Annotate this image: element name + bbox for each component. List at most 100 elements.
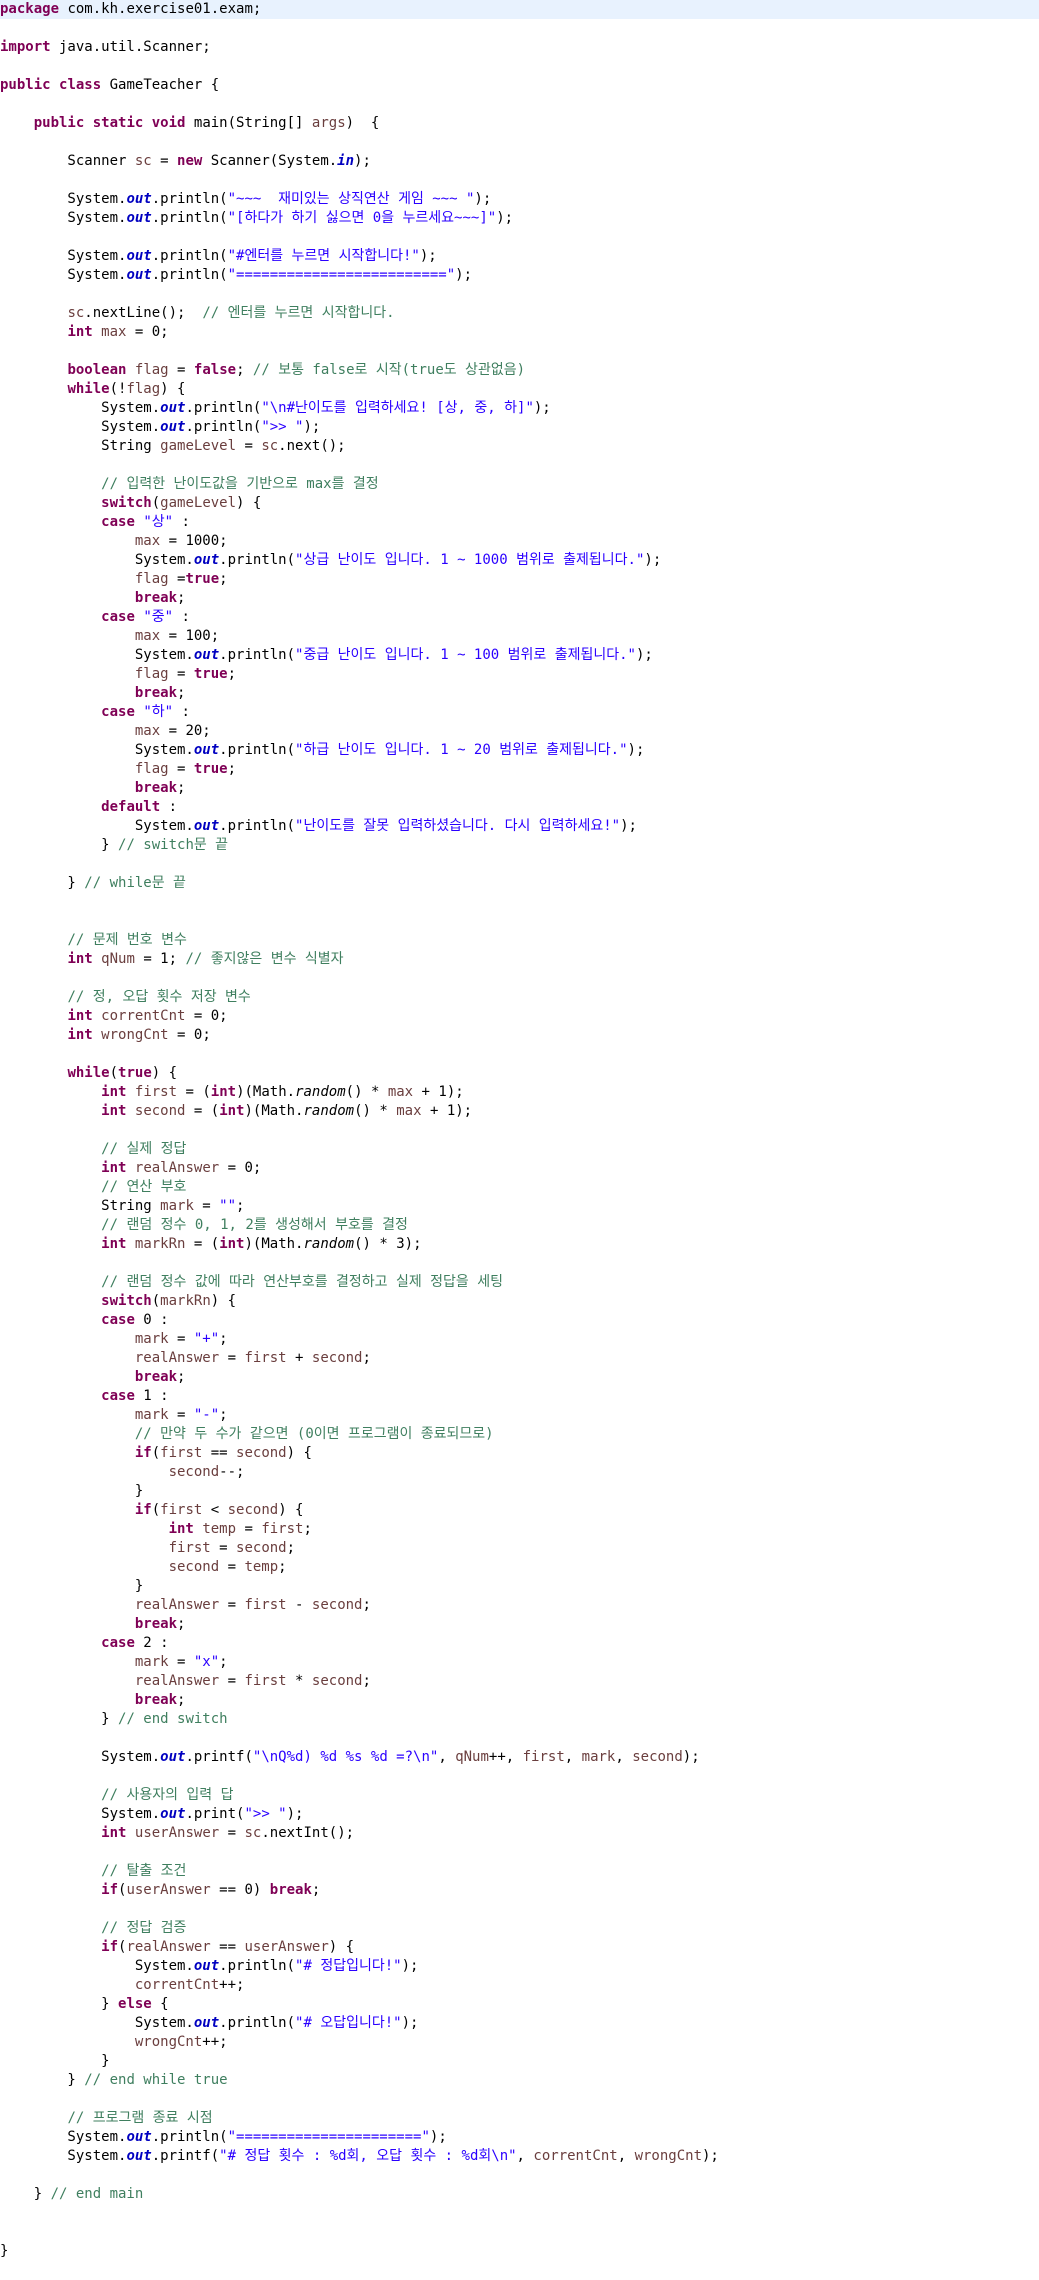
code-line[interactable]: while(!flag) { [0,380,1039,399]
code-line[interactable]: System.out.printf("# 정답 횟수 : %d회, 오답 횟수 … [0,2147,1039,2166]
code-line[interactable]: max = 1000; [0,532,1039,551]
code-line[interactable]: // 입력한 난이도값을 기반으로 max를 결정 [0,475,1039,494]
code-line[interactable]: break; [0,1368,1039,1387]
code-line[interactable]: String mark = ""; [0,1197,1039,1216]
code-line[interactable] [0,855,1039,874]
code-line[interactable]: } // switch문 끝 [0,836,1039,855]
code-line[interactable]: max = 20; [0,722,1039,741]
code-line[interactable]: System.out.println("중급 난이도 입니다. 1 ~ 100 … [0,646,1039,665]
code-line[interactable]: // 랜덤 정수 0, 1, 2를 생성해서 부호를 결정 [0,1216,1039,1235]
code-line[interactable]: int qNum = 1; // 좋지않은 변수 식별자 [0,950,1039,969]
code-line[interactable]: boolean flag = false; // 보통 false로 시작(tr… [0,361,1039,380]
code-line[interactable]: case 2 : [0,1634,1039,1653]
code-line[interactable] [0,912,1039,931]
code-line[interactable] [0,2166,1039,2185]
code-line[interactable]: } [0,2052,1039,2071]
code-line[interactable]: System.out.println("#엔터를 누르면 시작합니다!"); [0,247,1039,266]
code-line[interactable]: if(realAnswer == userAnswer) { [0,1938,1039,1957]
code-line[interactable]: realAnswer = first * second; [0,1672,1039,1691]
code-line[interactable]: // 연산 부호 [0,1178,1039,1197]
code-line[interactable]: String gameLevel = sc.next(); [0,437,1039,456]
code-line[interactable]: System.out.print(">> "); [0,1805,1039,1824]
code-line[interactable]: break; [0,1615,1039,1634]
code-line[interactable]: case "상" : [0,513,1039,532]
code-editor[interactable]: package com.kh.exercise01.exam; import ja… [0,0,1039,2280]
code-line[interactable]: break; [0,1691,1039,1710]
code-line[interactable]: switch(gameLevel) { [0,494,1039,513]
code-line[interactable]: flag = true; [0,760,1039,779]
code-line[interactable]: System.out.println("상급 난이도 입니다. 1 ~ 1000… [0,551,1039,570]
code-line[interactable]: int realAnswer = 0; [0,1159,1039,1178]
code-line[interactable] [0,1121,1039,1140]
code-line[interactable]: } [0,1482,1039,1501]
code-line[interactable]: public class GameTeacher { [0,76,1039,95]
code-line[interactable]: case "하" : [0,703,1039,722]
code-line[interactable]: int first = (int)(Math.random() * max + … [0,1083,1039,1102]
code-line[interactable]: // 문제 번호 변수 [0,931,1039,950]
code-line[interactable]: mark = "+"; [0,1330,1039,1349]
code-line[interactable]: public static void main(String[] args) { [0,114,1039,133]
code-line[interactable]: break; [0,779,1039,798]
code-line[interactable] [0,893,1039,912]
code-line[interactable]: default : [0,798,1039,817]
code-line[interactable]: int max = 0; [0,323,1039,342]
code-line[interactable] [0,969,1039,988]
code-line[interactable]: } [0,2242,1039,2261]
code-line[interactable]: int userAnswer = sc.nextInt(); [0,1824,1039,1843]
code-line[interactable]: } // end while true [0,2071,1039,2090]
code-line[interactable]: realAnswer = first + second; [0,1349,1039,1368]
code-line[interactable] [0,57,1039,76]
code-line[interactable] [0,19,1039,38]
code-line[interactable]: System.out.println("난이도를 잘못 입력하셨습니다. 다시 … [0,817,1039,836]
code-line[interactable]: int markRn = (int)(Math.random() * 3); [0,1235,1039,1254]
code-line[interactable]: // 만약 두 수가 같으면 (0이면 프로그램이 종료되므로) [0,1425,1039,1444]
code-line[interactable]: mark = "x"; [0,1653,1039,1672]
code-line[interactable]: // 정답 검증 [0,1919,1039,1938]
code-line[interactable]: mark = "-"; [0,1406,1039,1425]
code-line[interactable]: case "중" : [0,608,1039,627]
code-line[interactable]: case 1 : [0,1387,1039,1406]
code-line[interactable]: while(true) { [0,1064,1039,1083]
code-line[interactable]: } // end main [0,2185,1039,2204]
code-line[interactable]: } else { [0,1995,1039,2014]
code-line[interactable]: break; [0,684,1039,703]
code-line[interactable]: System.out.println("하급 난이도 입니다. 1 ~ 20 범… [0,741,1039,760]
code-line[interactable]: second = temp; [0,1558,1039,1577]
code-line[interactable] [0,1045,1039,1064]
code-line[interactable]: import java.util.Scanner; [0,38,1039,57]
code-line[interactable]: System.out.printf("\nQ%d) %d %s %d =?\n"… [0,1748,1039,1767]
code-line[interactable] [0,1900,1039,1919]
code-line[interactable] [0,342,1039,361]
code-line[interactable]: int correntCnt = 0; [0,1007,1039,1026]
code-line[interactable]: // 프로그램 종료 시점 [0,2109,1039,2128]
code-line[interactable]: } // while문 끝 [0,874,1039,893]
code-line[interactable]: max = 100; [0,627,1039,646]
code-line[interactable]: flag = true; [0,665,1039,684]
code-line[interactable]: // 사용자의 입력 답 [0,1786,1039,1805]
code-line[interactable]: // 실제 정답 [0,1140,1039,1159]
code-line[interactable]: if(userAnswer == 0) break; [0,1881,1039,1900]
code-line[interactable]: switch(markRn) { [0,1292,1039,1311]
code-line[interactable] [0,1729,1039,1748]
code-line[interactable] [0,95,1039,114]
code-line[interactable]: System.out.println("# 오답입니다!"); [0,2014,1039,2033]
code-line[interactable]: flag =true; [0,570,1039,589]
code-line[interactable] [0,2223,1039,2242]
code-line[interactable]: sc.nextLine(); // 엔터를 누르면 시작합니다. [0,304,1039,323]
code-line[interactable]: // 탈출 조건 [0,1862,1039,1881]
code-line[interactable]: int wrongCnt = 0; [0,1026,1039,1045]
code-line[interactable]: second--; [0,1463,1039,1482]
code-line[interactable] [0,2090,1039,2109]
code-line[interactable]: // 랜덤 정수 값에 따라 연산부호를 결정하고 실제 정답을 세팅 [0,1273,1039,1292]
code-line[interactable] [0,456,1039,475]
code-line[interactable]: } [0,1577,1039,1596]
code-line[interactable]: System.out.println("====================… [0,266,1039,285]
code-line[interactable]: first = second; [0,1539,1039,1558]
code-line[interactable] [0,1843,1039,1862]
code-line[interactable]: // 정, 오답 횟수 저장 변수 [0,988,1039,1007]
code-line[interactable] [0,171,1039,190]
code-line[interactable] [0,133,1039,152]
code-line[interactable]: System.out.println("\n#난이도를 입력하세요! [상, 중… [0,399,1039,418]
code-line[interactable]: realAnswer = first - second; [0,1596,1039,1615]
code-line[interactable]: System.out.println(">> "); [0,418,1039,437]
